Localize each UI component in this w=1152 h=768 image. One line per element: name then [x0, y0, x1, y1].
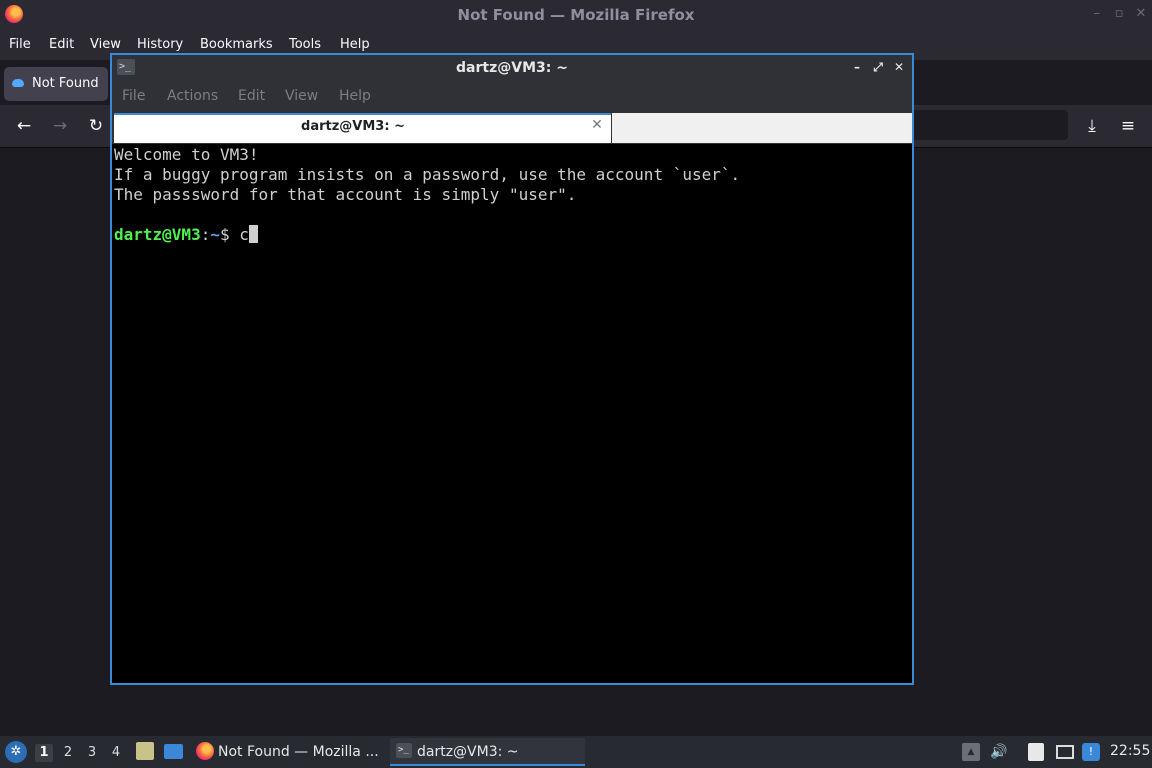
reload-icon[interactable]: ↻: [82, 112, 110, 140]
back-arrow-icon[interactable]: ←: [10, 112, 38, 140]
tab-close-icon[interactable]: ✕: [589, 116, 605, 134]
network-icon[interactable]: [1056, 745, 1074, 759]
forward-arrow-icon[interactable]: →: [46, 112, 74, 140]
hamburger-menu-icon[interactable]: ≡: [1114, 112, 1142, 140]
tray-expand-icon[interactable]: ▲: [962, 743, 980, 761]
terminal-window-title: dartz@VM3: ~: [456, 60, 568, 76]
terminal-line: The passsword for that account is simply…: [114, 185, 577, 204]
clock[interactable]: 22:55: [1110, 743, 1150, 759]
prompt-user-host: dartz@VM3: [114, 225, 201, 244]
workspace-2[interactable]: 2: [59, 744, 77, 762]
term-menu-help[interactable]: Help: [339, 88, 371, 104]
download-icon[interactable]: ⤓: [1078, 112, 1106, 140]
prompt-path: ~: [210, 225, 220, 244]
text-cursor: [248, 225, 258, 243]
clipboard-icon[interactable]: [1028, 743, 1044, 761]
terminal-tab-title: dartz@VM3: ~: [301, 119, 405, 134]
tabbar-empty-area: [612, 113, 912, 143]
ff-menu-edit[interactable]: Edit: [49, 37, 74, 52]
url-bar[interactable]: [905, 110, 1068, 140]
prompt-separator: :: [200, 225, 211, 244]
firefox-tab-title: Not Found: [32, 76, 99, 91]
terminal-screen[interactable]: Welcome to VM3! If a buggy program insist…: [114, 145, 910, 681]
cloud-icon: [12, 79, 24, 87]
firefox-icon: [196, 742, 214, 760]
taskbar-item-label: Not Found — Mozilla ...: [218, 744, 379, 760]
terminal-line: If a buggy program insists on a password…: [114, 165, 741, 184]
maximize-icon[interactable]: ▫: [1110, 5, 1128, 23]
term-menu-view[interactable]: View: [285, 88, 318, 104]
firefox-window-title: Not Found — Mozilla Firefox: [457, 6, 695, 24]
update-notifier-icon[interactable]: !: [1082, 743, 1100, 761]
ff-menu-file[interactable]: File: [9, 37, 31, 52]
command-input[interactable]: c: [239, 225, 249, 244]
volume-icon[interactable]: 🔊: [990, 743, 1008, 761]
workspace-1[interactable]: 1: [35, 744, 53, 762]
show-desktop-icon[interactable]: [164, 744, 183, 759]
terminal-prompt-line: dartz@VM3:~$ c: [114, 225, 910, 245]
terminal-line: Welcome to VM3!: [114, 145, 259, 164]
prompt-symbol: $: [219, 225, 240, 244]
close-icon[interactable]: ✕: [890, 58, 908, 76]
ff-menu-help[interactable]: Help: [340, 37, 370, 52]
app-menu-icon[interactable]: ✲: [5, 741, 27, 763]
workspace-4[interactable]: 4: [107, 744, 125, 762]
ff-menu-view[interactable]: View: [90, 37, 121, 52]
minimize-icon[interactable]: –: [848, 58, 866, 76]
term-menu-file[interactable]: File: [122, 88, 145, 104]
term-menu-edit[interactable]: Edit: [238, 88, 265, 104]
ff-menu-bookmarks[interactable]: Bookmarks: [200, 37, 273, 52]
minimize-icon[interactable]: –: [1088, 5, 1106, 23]
maximize-icon[interactable]: ⤢: [869, 58, 887, 76]
taskbar-item-label: dartz@VM3: ~: [417, 744, 519, 760]
workspace-3[interactable]: 3: [83, 744, 101, 762]
ff-menu-tools[interactable]: Tools: [289, 37, 321, 52]
terminal-icon: >_: [396, 743, 412, 758]
close-icon[interactable]: ✕: [1132, 5, 1150, 23]
ff-menu-history[interactable]: History: [137, 37, 183, 52]
terminal-menubar: [112, 81, 912, 111]
term-menu-actions[interactable]: Actions: [167, 88, 218, 104]
file-manager-icon[interactable]: [136, 742, 154, 760]
